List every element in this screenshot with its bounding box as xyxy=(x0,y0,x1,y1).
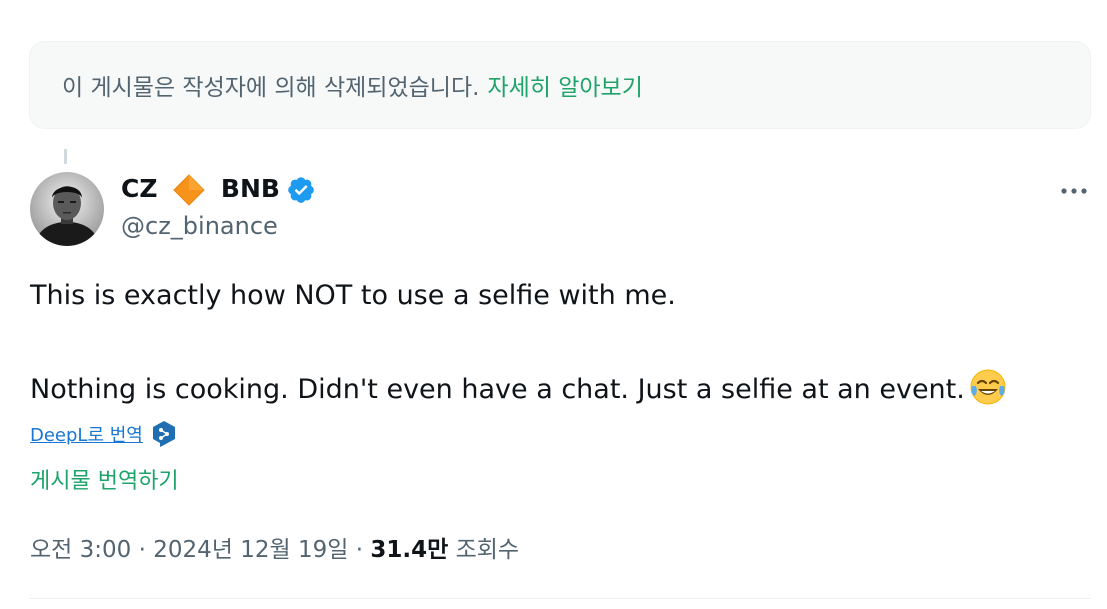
tweet-meta: 오전 3:00 · 2024년 12월 19일 · 31.4만 조회수 xyxy=(30,530,519,564)
meta-separator: · xyxy=(138,537,146,563)
display-name-part1: CZ xyxy=(121,174,158,203)
tweet-paragraph-gap xyxy=(30,314,1090,368)
deepl-translate-label: DeepL로 번역 xyxy=(30,425,143,446)
author-name-row[interactable]: CZ BNB xyxy=(121,170,316,210)
deleted-post-notice: 이 게시물은 작성자에 의해 삭제되었습니다. 자세히 알아보기 xyxy=(29,41,1091,129)
display-name-part2: BNB xyxy=(220,174,280,203)
deepl-icon xyxy=(152,421,175,447)
tweet-text-line-2: Nothing is cooking. Didn't even have a c… xyxy=(30,374,965,405)
views-count: 31.4만 xyxy=(370,537,449,563)
deepl-translate-link[interactable]: DeepL로 번역 xyxy=(30,420,177,448)
author-handle[interactable]: @cz_binance xyxy=(121,212,278,240)
views-label: 조회수 xyxy=(455,537,520,563)
tweet-date[interactable]: 2024년 12월 19일 xyxy=(153,537,348,563)
orange-diamond-icon xyxy=(173,174,205,206)
thread-connector-line xyxy=(64,149,67,164)
verified-badge-icon xyxy=(288,177,314,203)
tweet-text: This is exactly how NOT to use a selfie … xyxy=(30,278,1090,408)
tweet-time[interactable]: 오전 3:00 xyxy=(30,537,131,563)
avatar[interactable] xyxy=(30,172,104,246)
translate-post-link[interactable]: 게시물 번역하기 xyxy=(30,463,179,495)
face-with-tears-of-joy-emoji-icon xyxy=(970,369,1006,405)
tweet-text-line-2-wrapper: Nothing is cooking. Didn't even have a c… xyxy=(30,368,1090,408)
tweet-text-line-1: This is exactly how NOT to use a selfie … xyxy=(30,280,676,311)
display-name: CZ BNB xyxy=(121,173,280,207)
learn-more-link[interactable]: 자세히 알아보기 xyxy=(487,68,642,102)
divider xyxy=(29,598,1091,599)
deleted-notice-text: 이 게시물은 작성자에 의해 삭제되었습니다. xyxy=(62,75,480,101)
more-options-icon[interactable] xyxy=(1056,176,1092,206)
meta-separator: · xyxy=(355,537,364,563)
